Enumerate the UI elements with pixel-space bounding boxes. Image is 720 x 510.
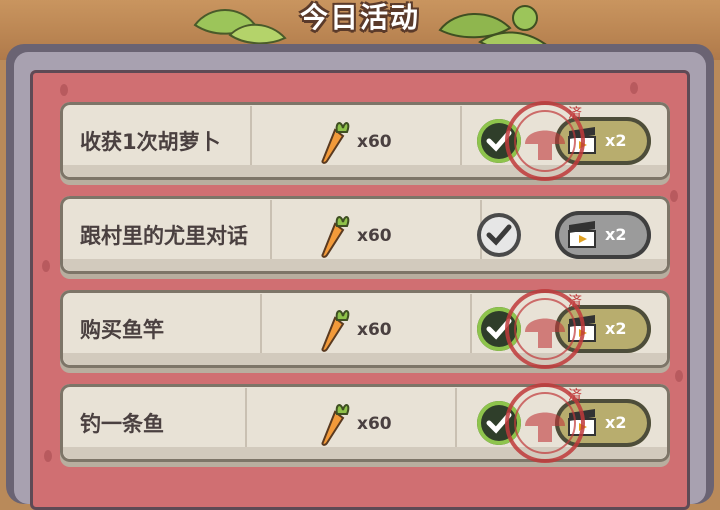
carrot-icon xyxy=(321,122,350,164)
clapperboard-icon xyxy=(568,127,596,154)
task-row: 钓一条鱼 x60 x2 済 xyxy=(60,383,670,463)
task-row: 购买鱼竿 x60 x2 済 xyxy=(60,289,670,369)
double-reward-button[interactable]: x2 xyxy=(555,305,651,353)
task-label: 购买鱼竿 xyxy=(80,318,164,342)
carrot-icon xyxy=(321,216,350,258)
task-label: 钓一条鱼 xyxy=(80,412,164,436)
reward-amount: x60 xyxy=(357,414,392,434)
double-reward-button[interactable]: x2 xyxy=(555,211,651,259)
task-row: 收获1次胡萝卜 x60 x2 済 xyxy=(60,101,670,181)
double-reward-label: x2 xyxy=(605,413,627,432)
carrot-icon xyxy=(321,404,350,446)
task-row: 跟村里的尤里对话 x60 x2 xyxy=(60,196,670,274)
reward-amount: x60 xyxy=(357,132,392,152)
clapperboard-icon xyxy=(568,315,596,342)
checkmark-icon xyxy=(486,318,512,340)
double-reward-button[interactable]: x2 xyxy=(555,399,651,447)
checkmark-icon xyxy=(486,130,512,152)
carrot-icon xyxy=(321,310,350,352)
double-reward-label: x2 xyxy=(605,225,627,244)
complete-check-button[interactable] xyxy=(477,119,521,163)
double-reward-label: x2 xyxy=(605,319,627,338)
double-reward-label: x2 xyxy=(605,131,627,150)
page-title: 今日活动 xyxy=(299,1,420,34)
complete-check-button[interactable] xyxy=(477,401,521,445)
reward-amount: x60 xyxy=(357,226,392,246)
task-label: 跟村里的尤里对话 xyxy=(80,224,248,248)
reward-amount: x60 xyxy=(357,320,392,340)
checkmark-icon xyxy=(486,224,512,246)
task-label: 收获1次胡萝卜 xyxy=(80,130,221,154)
complete-check-button[interactable] xyxy=(477,213,521,257)
clapperboard-icon xyxy=(568,409,596,436)
checkmark-icon xyxy=(486,412,512,434)
complete-check-button[interactable] xyxy=(477,307,521,351)
double-reward-button[interactable]: x2 xyxy=(555,117,651,165)
clapperboard-icon xyxy=(568,221,596,248)
